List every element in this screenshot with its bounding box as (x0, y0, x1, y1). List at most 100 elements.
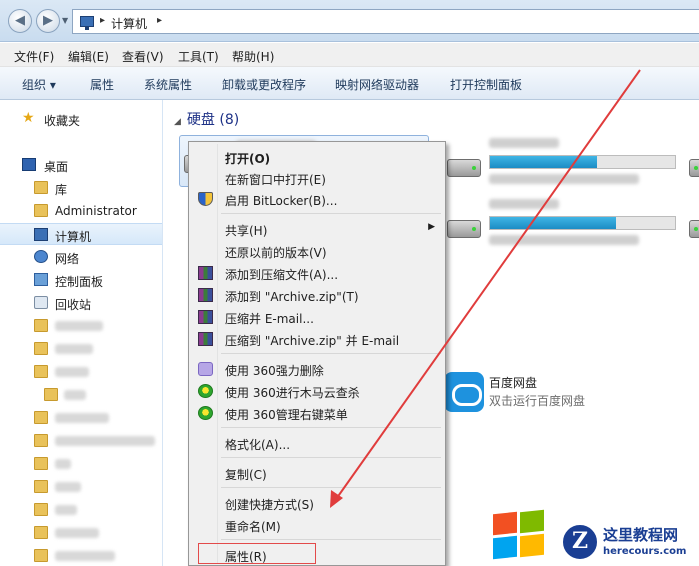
folder-icon (44, 388, 58, 401)
hard-drive-icon (447, 159, 481, 177)
folder-icon (34, 204, 48, 217)
drive-usage-fill (490, 217, 616, 229)
sidebar-item-blurred[interactable] (0, 361, 162, 383)
group-header-hard-drives[interactable]: ◢ 硬盘 (8) (174, 109, 239, 129)
menu-item-label: 创建快捷方式(S) (225, 498, 314, 512)
sidebar-item-network[interactable]: 网络 (0, 246, 162, 268)
menu-separator (221, 457, 441, 458)
sidebar-item-label: 库 (55, 183, 68, 197)
winrar-icon (198, 266, 213, 280)
breadcrumb-computer[interactable]: 计算机 (111, 15, 147, 32)
windows-logo-icon (493, 509, 545, 560)
control-panel-button[interactable]: 打开控制面板 (450, 76, 522, 93)
sidebar-item-blurred[interactable] (0, 407, 162, 429)
menu-item-compress-email[interactable]: 压缩并 E-mail... (191, 306, 443, 328)
menu-item-label: 使用 360强力删除 (225, 364, 324, 378)
sidebar-item-favorites[interactable]: ★ 收藏夹 (0, 108, 162, 130)
back-icon: ◀ (15, 13, 25, 28)
sidebar-item-label: 桌面 (44, 160, 69, 174)
menu-separator (221, 427, 441, 428)
drive-usage-bar (489, 155, 676, 169)
hard-drive-icon (689, 159, 699, 177)
menu-item-format[interactable]: 格式化(A)... (191, 432, 443, 454)
360-icon (198, 384, 213, 398)
menu-help[interactable]: 帮助(H) (232, 48, 274, 65)
menu-item-add-zip[interactable]: 添加到 "Archive.zip"(T) (191, 284, 443, 306)
navigation-pane: ★ 收藏夹 桌面 库 Administrator 计算机 网络 控制面板 回收站 (0, 100, 163, 566)
menu-separator (221, 539, 441, 540)
sidebar-item-label: Administrator (55, 204, 137, 218)
properties-button[interactable]: 属性 (90, 76, 114, 93)
sidebar-item-blurred[interactable] (0, 522, 162, 544)
context-menu: 打开(O) 在新窗口中打开(E) 启用 BitLocker(B)... 共享(H… (188, 141, 446, 566)
history-dropdown-icon[interactable]: ▼ (62, 16, 68, 25)
menu-file[interactable]: 文件(F) (14, 48, 54, 65)
map-drive-button[interactable]: 映射网络驱动器 (335, 76, 419, 93)
sidebar-item-recycle-bin[interactable]: 回收站 (0, 292, 162, 314)
menu-item-label: 启用 BitLocker(B)... (225, 194, 338, 208)
menu-item-360-scan[interactable]: 使用 360进行木马云查杀 (191, 380, 443, 402)
menu-item-open-new-window[interactable]: 在新窗口中打开(E) (191, 167, 443, 189)
menu-edit[interactable]: 编辑(E) (68, 48, 109, 65)
sidebar-item-control-panel[interactable]: 控制面板 (0, 269, 162, 291)
menu-item-360-delete[interactable]: 使用 360强力删除 (191, 358, 443, 380)
sidebar-item-blurred[interactable] (0, 453, 162, 475)
menu-item-label: 使用 360进行木马云查杀 (225, 386, 360, 400)
computer-icon (34, 228, 48, 241)
sidebar-item-blurred[interactable] (0, 384, 162, 406)
360-icon (198, 406, 213, 420)
menu-item-restore-versions[interactable]: 还原以前的版本(V) (191, 240, 443, 262)
collapse-icon: ◢ (174, 117, 181, 127)
uninstall-button[interactable]: 卸载或更改程序 (222, 76, 306, 93)
breadcrumb-separator-icon[interactable]: ▸ (157, 15, 162, 26)
folder-icon (34, 480, 48, 493)
system-properties-button[interactable]: 系统属性 (144, 76, 192, 93)
sidebar-item-computer[interactable]: 计算机 (0, 223, 162, 245)
sidebar-item-administrator[interactable]: Administrator (0, 200, 162, 222)
computer-icon (80, 16, 94, 30)
sidebar-item-blurred[interactable] (0, 499, 162, 521)
menu-separator (221, 487, 441, 488)
menu-item-label: 重命名(M) (225, 520, 281, 534)
sidebar-item-label: 回收站 (55, 298, 92, 312)
back-button[interactable]: ◀ (8, 9, 32, 33)
sidebar-item-desktop[interactable]: 桌面 (0, 154, 162, 176)
control-panel-icon (34, 273, 48, 286)
highlight-box (198, 543, 316, 564)
recycle-bin-icon (34, 296, 48, 309)
menu-item-create-shortcut[interactable]: 创建快捷方式(S) (191, 492, 443, 514)
menu-item-copy[interactable]: 复制(C) (191, 462, 443, 484)
sidebar-item-label: 控制面板 (55, 275, 104, 289)
menu-item-open[interactable]: 打开(O) (191, 146, 443, 168)
address-bar[interactable]: ▸ 计算机 ▸ (72, 9, 699, 34)
sidebar-item-blurred[interactable] (0, 476, 162, 498)
menu-item-label: 打开(O) (225, 152, 271, 166)
watermark-title: 这里教程网 (603, 526, 679, 544)
forward-icon: ▶ (43, 13, 53, 28)
menu-item-compress-zip-email[interactable]: 压缩到 "Archive.zip" 并 E-mail (191, 328, 443, 350)
sidebar-item-label: 收藏夹 (44, 114, 81, 128)
sidebar-item-blurred[interactable] (0, 338, 162, 360)
menu-item-label: 还原以前的版本(V) (225, 246, 327, 260)
menu-view[interactable]: 查看(V) (122, 48, 164, 65)
baidu-pan-description: 双击运行百度网盘 (489, 394, 586, 408)
sidebar-item-blurred[interactable] (0, 315, 162, 337)
sidebar-item-libraries[interactable]: 库 (0, 177, 162, 199)
menu-item-360-manage[interactable]: 使用 360管理右键菜单 (191, 402, 443, 424)
menu-item-rename[interactable]: 重命名(M) (191, 514, 443, 536)
breadcrumb-separator-icon[interactable]: ▸ (100, 15, 105, 26)
baidu-pan-name[interactable]: 百度网盘 (489, 374, 537, 391)
organize-button[interactable]: 组织 ▾ (22, 76, 56, 93)
sidebar-item-label: 网络 (55, 252, 80, 266)
baidu-pan-icon[interactable] (444, 372, 484, 412)
desktop-icon (22, 158, 36, 171)
forward-button[interactable]: ▶ (36, 9, 60, 33)
menu-tools[interactable]: 工具(T) (178, 48, 219, 65)
menu-item-add-archive[interactable]: 添加到压缩文件(A)... (191, 262, 443, 284)
sidebar-item-blurred[interactable] (0, 545, 162, 566)
menu-item-label: 压缩到 "Archive.zip" 并 E-mail (225, 334, 400, 348)
menu-item-share[interactable]: 共享(H) ▶ (191, 218, 443, 240)
menu-item-label: 压缩并 E-mail... (225, 312, 314, 326)
sidebar-item-blurred[interactable] (0, 430, 162, 452)
menu-item-bitlocker[interactable]: 启用 BitLocker(B)... (191, 188, 443, 210)
